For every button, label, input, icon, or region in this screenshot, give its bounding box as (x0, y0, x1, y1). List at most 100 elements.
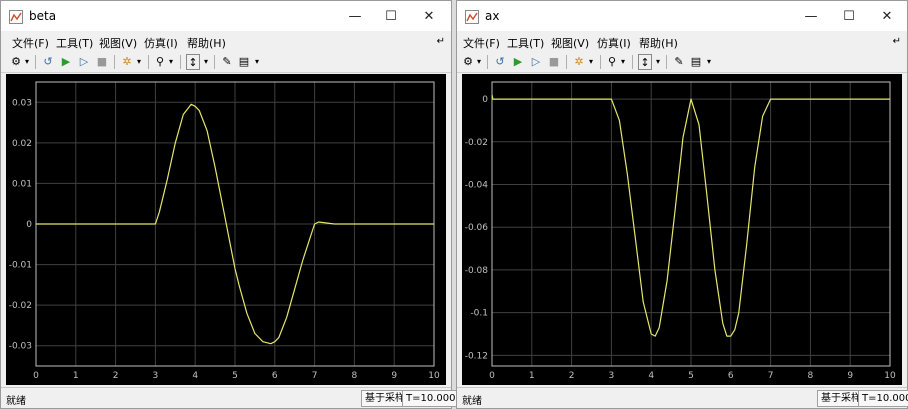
dropdown-arrow-icon[interactable]: ▾ (619, 54, 627, 70)
menu-bar: 文件(F) 工具(T) 视图(V) 仿真(I) 帮助(H) ↵ (457, 32, 907, 51)
beta-line-chart: 0 1 2 3 4 5 6 7 8 9 10 0.03 0.02 0.01 0 -0.01 -0.02 -0.03 (9, 81, 440, 381)
y-tick-label: 0.02 (12, 139, 32, 149)
scope-app-icon (465, 10, 479, 24)
maximize-button[interactable]: ☐ (381, 7, 401, 27)
menu-help[interactable]: 帮助(H) (639, 35, 678, 51)
cursor-measurements-icon[interactable]: ▤ (237, 54, 251, 70)
highlight-block-icon[interactable]: ✲ (119, 54, 135, 70)
scope-window-beta[interactable]: beta — ☐ ✕ 文件(F) 工具(T) 视图(V) 仿真(I) 帮助(H)… (0, 0, 460, 409)
simulation-time: T=10.000 (858, 390, 908, 407)
cursor-measurements-icon[interactable]: ▤ (689, 54, 703, 70)
title-bar[interactable]: beta — ☐ ✕ (1, 1, 451, 31)
maximize-button[interactable]: ☐ (839, 7, 859, 27)
toolbar-separator (35, 55, 36, 69)
y-tick-label: 0 (26, 220, 32, 230)
toolbar-separator (180, 55, 181, 69)
toolbar-separator (214, 55, 215, 69)
toolbar-separator (487, 55, 488, 69)
dropdown-arrow-icon[interactable]: ▾ (167, 54, 175, 70)
stop-icon[interactable]: ■ (547, 54, 561, 70)
toolbar-separator (114, 55, 115, 69)
window-title: beta (29, 9, 57, 23)
y-tick-label: -0.08 (465, 266, 489, 276)
x-tick-label: 4 (648, 371, 654, 381)
x-tick-label: 2 (113, 371, 119, 381)
step-forward-icon[interactable]: ▷ (529, 54, 543, 70)
collapse-menu-icon[interactable]: ↵ (437, 36, 445, 47)
stop-icon[interactable]: ■ (95, 54, 109, 70)
menu-simulation[interactable]: 仿真(I) (144, 35, 178, 51)
x-tick-label: 10 (884, 371, 896, 381)
y-tick-label: -0.02 (465, 138, 488, 148)
settings-gear-icon[interactable]: ⚙ (461, 54, 475, 70)
x-tick-label: 4 (192, 371, 198, 381)
y-tick-label: -0.06 (465, 223, 489, 233)
toolbar-separator (666, 55, 667, 69)
toolbar: ⚙ ▾ ↺ ▶ ▷ ■ ✲ ▾ ⚲ ▾ ↕ ▾ ✎ ▤ ▾ (1, 52, 451, 73)
menu-tools[interactable]: 工具(T) (507, 35, 544, 51)
autoscale-icon[interactable]: ↕ (638, 54, 652, 70)
status-bar: 就绪 基于采样 T=10.000 (457, 387, 908, 408)
ax-line-chart: 0 1 2 3 4 5 6 7 8 9 10 0 -0.02 -0.04 -0.06 -0.08 -0.1 -0.… (465, 81, 896, 381)
highlight-block-icon[interactable]: ✲ (571, 54, 587, 70)
y-tick-label: -0.1 (470, 309, 488, 319)
scope-plot-area[interactable]: 0 1 2 3 4 5 6 7 8 9 10 0.03 0.02 0.01 0 -0.01 -0.02 -0.03 (6, 74, 446, 385)
menu-view[interactable]: 视图(V) (99, 35, 137, 51)
autoscale-icon[interactable]: ↕ (186, 54, 200, 70)
y-tick-label: 0.03 (12, 98, 32, 108)
dropdown-arrow-icon[interactable]: ▾ (654, 54, 662, 70)
step-back-icon[interactable]: ↺ (493, 54, 507, 70)
x-tick-label: 5 (232, 371, 238, 381)
x-tick-label: 1 (529, 371, 535, 381)
menu-help[interactable]: 帮助(H) (187, 35, 226, 51)
dropdown-arrow-icon[interactable]: ▾ (587, 54, 595, 70)
x-tick-label: 6 (728, 371, 734, 381)
triggers-icon[interactable]: ✎ (220, 54, 234, 70)
zoom-icon[interactable]: ⚲ (153, 54, 167, 70)
dropdown-arrow-icon[interactable]: ▾ (23, 54, 31, 70)
dropdown-arrow-icon[interactable]: ▾ (253, 54, 261, 70)
menu-file[interactable]: 文件(F) (12, 35, 49, 51)
status-bar: 就绪 基于采样 T=10.000 (1, 387, 460, 408)
dropdown-arrow-icon[interactable]: ▾ (475, 54, 483, 70)
menu-bar: 文件(F) 工具(T) 视图(V) 仿真(I) 帮助(H) ↵ (1, 32, 451, 51)
settings-gear-icon[interactable]: ⚙ (9, 54, 23, 70)
x-tick-label: 5 (688, 371, 694, 381)
dropdown-arrow-icon[interactable]: ▾ (705, 54, 713, 70)
y-tick-label: -0.02 (9, 301, 32, 311)
y-tick-label: -0.03 (9, 342, 32, 352)
title-bar[interactable]: ax — ☐ ✕ (457, 1, 907, 31)
y-tick-label: 0 (482, 95, 488, 105)
x-tick-label: 9 (847, 371, 853, 381)
status-text: 就绪 (462, 396, 482, 407)
scope-window-ax[interactable]: ax — ☐ ✕ 文件(F) 工具(T) 视图(V) 仿真(I) 帮助(H) ↵… (456, 0, 908, 409)
menu-view[interactable]: 视图(V) (551, 35, 589, 51)
run-icon[interactable]: ▶ (59, 54, 73, 70)
collapse-menu-icon[interactable]: ↵ (893, 36, 901, 47)
menu-simulation[interactable]: 仿真(I) (597, 35, 631, 51)
menu-tools[interactable]: 工具(T) (56, 35, 93, 51)
dropdown-arrow-icon[interactable]: ▾ (202, 54, 210, 70)
triggers-icon[interactable]: ✎ (672, 54, 686, 70)
toolbar-separator (566, 55, 567, 69)
minimize-button[interactable]: — (345, 7, 365, 27)
x-tick-label: 6 (272, 371, 278, 381)
x-tick-label: 3 (609, 371, 615, 381)
toolbar-separator (148, 55, 149, 69)
simulation-time: T=10.000 (402, 390, 460, 407)
toolbar-separator (600, 55, 601, 69)
zoom-icon[interactable]: ⚲ (605, 54, 619, 70)
y-tick-label: -0.01 (9, 261, 32, 271)
close-button[interactable]: ✕ (877, 7, 897, 27)
dropdown-arrow-icon[interactable]: ▾ (135, 54, 143, 70)
x-tick-label: 8 (808, 371, 814, 381)
minimize-button[interactable]: — (801, 7, 821, 27)
menu-file[interactable]: 文件(F) (463, 35, 500, 51)
scope-app-icon (9, 10, 23, 24)
x-tick-label: 7 (312, 371, 318, 381)
step-forward-icon[interactable]: ▷ (77, 54, 91, 70)
run-icon[interactable]: ▶ (511, 54, 525, 70)
scope-plot-area[interactable]: 0 1 2 3 4 5 6 7 8 9 10 0 -0.02 -0.04 -0.06 -0.08 -0.1 -0.… (462, 74, 902, 385)
step-back-icon[interactable]: ↺ (41, 54, 55, 70)
close-button[interactable]: ✕ (419, 7, 439, 27)
